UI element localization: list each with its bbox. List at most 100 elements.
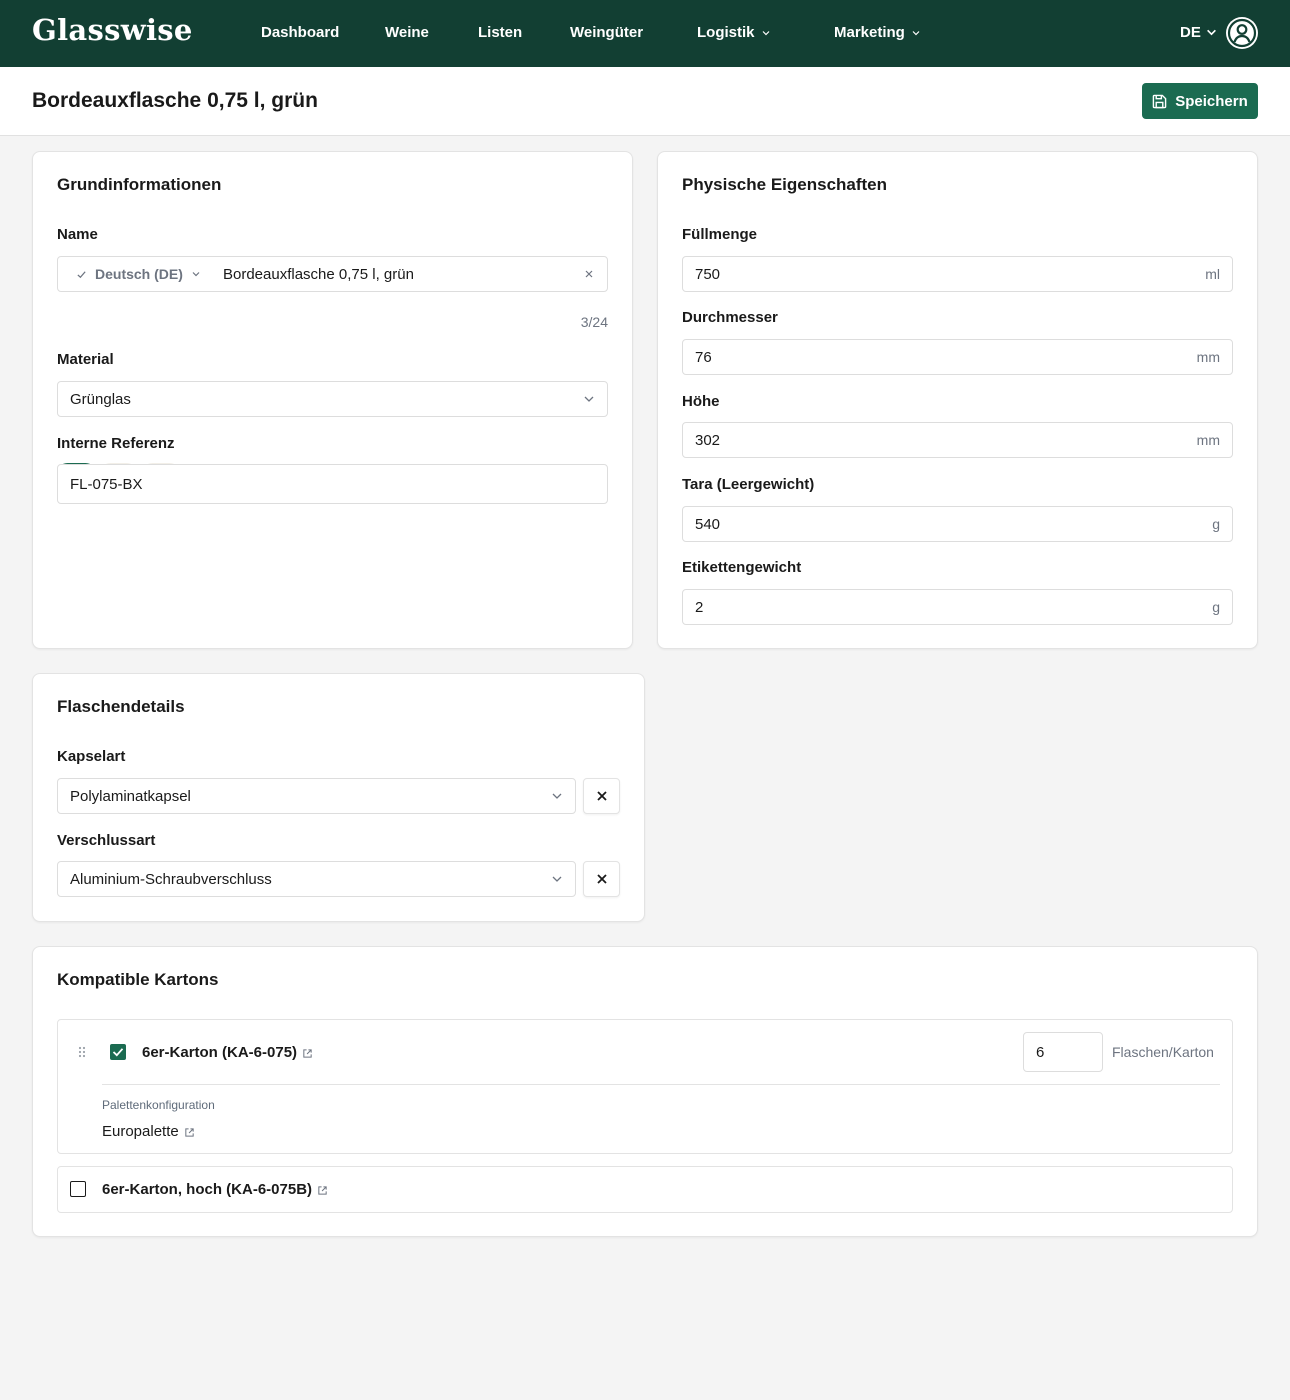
clear-icon[interactable] (584, 269, 594, 279)
capsule-value: Polylaminatkapsel (70, 787, 191, 805)
page-title: Bordeauxflasche 0,75 l, grün (32, 89, 318, 112)
compatible-cartons-card: Kompatible Kartons 6er-Karton (KA-6-075)… (32, 946, 1258, 1237)
carton-checkbox[interactable] (70, 1181, 86, 1197)
nav-label: Logistik (697, 24, 755, 41)
material-value: Grünglas (70, 390, 131, 408)
name-language-label: Deutsch (DE) (95, 266, 183, 282)
carton-item: 6er-Karton, hoch (KA-6-075B) (57, 1166, 1233, 1213)
label-weight-label: Etikettengewicht (682, 559, 802, 576)
card-title: Flaschendetails (57, 697, 185, 716)
clear-closure-button[interactable] (583, 861, 620, 897)
ref-label: Interne Referenz (57, 435, 175, 452)
fill-volume-input[interactable]: 750 ml (682, 256, 1233, 292)
closure-select[interactable]: Aluminium-Schraubverschluss (57, 861, 576, 897)
label-weight-input[interactable]: 2 g (682, 589, 1233, 625)
name-field: Deutsch (DE) Bordeauxflasche 0,75 l, grü… (57, 256, 608, 292)
ref-value: FL-075-BX (70, 475, 143, 493)
nav-item-weine[interactable]: Weine (385, 24, 429, 41)
material-select[interactable]: Grünglas (57, 381, 608, 417)
carton-name-label: 6er-Karton (KA-6-075) (142, 1044, 298, 1061)
user-circle-icon[interactable] (1225, 16, 1259, 50)
chevron-down-icon (192, 272, 200, 277)
name-label: Name (57, 226, 98, 243)
fill-volume-label: Füllmenge (682, 226, 758, 243)
close-icon (596, 874, 607, 884)
height-label: Höhe (682, 393, 720, 410)
field-value: 750 (695, 265, 721, 283)
nav-label: Weingüter (570, 24, 644, 41)
field-unit: mm (1196, 432, 1220, 448)
drag-handle-icon[interactable] (78, 1046, 86, 1058)
material-label: Material (57, 351, 114, 368)
field-unit: g (1212, 516, 1220, 532)
nav-label: Dashboard (261, 24, 340, 41)
external-link-icon (318, 1185, 327, 1195)
save-icon (1152, 94, 1167, 108)
divider (102, 1084, 1220, 1085)
chevron-down-icon (1206, 29, 1216, 36)
height-input[interactable]: 302 mm (682, 422, 1233, 458)
physical-card: Physische Eigenschaften Füllmenge 750 ml… (657, 151, 1258, 649)
tare-input[interactable]: 540 g (682, 506, 1233, 542)
chevron-down-icon (584, 396, 594, 402)
chevron-down-icon (912, 30, 920, 35)
nav-label: Weine (385, 24, 429, 41)
language-label: DE (1180, 24, 1201, 41)
diameter-input[interactable]: 76 mm (682, 339, 1233, 375)
check-icon (112, 1048, 124, 1057)
pallet-label: Palettenkonfiguration (102, 1098, 215, 1112)
field-value: 302 (695, 431, 721, 449)
language-switcher[interactable]: DE (1180, 24, 1217, 41)
clear-capsule-button[interactable] (583, 778, 620, 814)
external-link-icon (303, 1048, 312, 1058)
top-navigation: Glasswise Dashboard Weine Listen Weingüt… (0, 0, 1290, 67)
page-header: Bordeauxflasche 0,75 l, grün Speichern (0, 67, 1290, 136)
card-title: Grundinformationen (57, 175, 222, 194)
card-title: Kompatible Kartons (57, 970, 219, 989)
nav-item-logistik[interactable]: Logistik (697, 24, 771, 41)
nav-item-dashboard[interactable]: Dashboard (261, 24, 339, 41)
name-language-select[interactable]: Deutsch (DE) (58, 266, 213, 282)
save-button[interactable]: Speichern (1142, 83, 1258, 119)
closure-value: Aluminium-Schraubverschluss (70, 870, 272, 888)
carton-checkbox[interactable] (110, 1044, 126, 1060)
chevron-down-icon (552, 876, 562, 882)
field-value: 2 (695, 598, 704, 616)
diameter-label: Durchmesser (682, 309, 778, 326)
chevron-down-icon (552, 793, 562, 799)
carton-name-label: 6er-Karton, hoch (KA-6-075B) (102, 1181, 313, 1198)
ref-input[interactable]: FL-075-BX (57, 464, 608, 504)
capsule-select[interactable]: Polylaminatkapsel (57, 778, 576, 814)
field-unit: ml (1205, 266, 1220, 282)
qty-value: 6 (1036, 1043, 1045, 1061)
chevron-down-icon (762, 30, 769, 35)
nav-item-marketing[interactable]: Marketing (834, 24, 921, 41)
bottle-details-card: Flaschendetails Kapselart Polylaminatkap… (32, 673, 645, 922)
check-icon (77, 270, 86, 278)
close-icon (596, 791, 607, 801)
field-unit: mm (1196, 349, 1220, 365)
save-label: Speichern (1175, 92, 1248, 110)
field-value: 540 (695, 515, 721, 533)
carton-name[interactable]: 6er-Karton (KA-6-075) (142, 1044, 313, 1061)
nav-item-listen[interactable]: Listen (478, 24, 522, 41)
nav-label: Listen (478, 24, 523, 41)
card-title: Physische Eigenschaften (682, 175, 888, 194)
pallet-link[interactable]: Europalette (102, 1123, 195, 1140)
external-link-icon (185, 1127, 194, 1137)
char-count: 3/24 (580, 314, 608, 330)
tare-label: Tara (Leergewicht) (682, 476, 815, 493)
closure-label: Verschlussart (57, 832, 156, 849)
name-input[interactable]: Bordeauxflasche 0,75 l, grün (213, 266, 584, 283)
nav-label: Marketing (834, 24, 905, 41)
field-value: 76 (695, 348, 712, 366)
qty-unit: Flaschen/Karton (1112, 1044, 1214, 1060)
carton-item: 6er-Karton (KA-6-075) 6 Flaschen/Karton … (57, 1019, 1233, 1154)
pallet-value: Europalette (102, 1123, 179, 1140)
carton-name[interactable]: 6er-Karton, hoch (KA-6-075B) (102, 1181, 328, 1198)
capsule-label: Kapselart (57, 748, 126, 765)
app-logo[interactable]: Glasswise (32, 13, 193, 47)
bottles-per-carton-input[interactable]: 6 (1023, 1032, 1103, 1072)
nav-item-weingueter[interactable]: Weingüter (570, 24, 643, 41)
field-unit: g (1212, 599, 1220, 615)
